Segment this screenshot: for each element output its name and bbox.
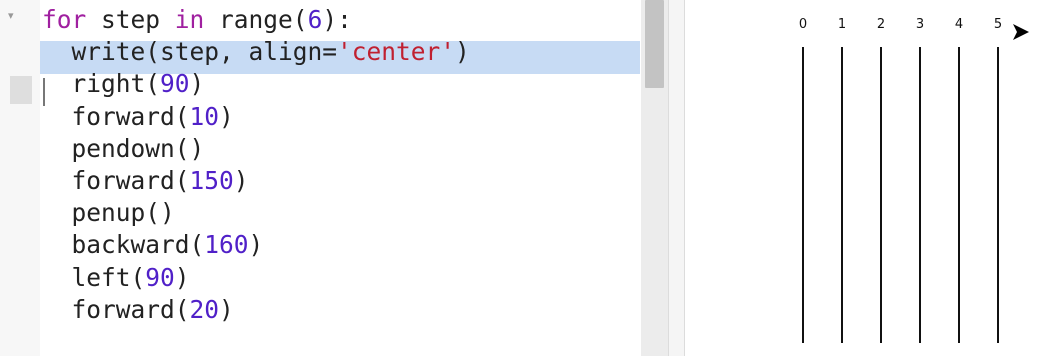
code-token: 20	[189, 294, 220, 324]
code-line[interactable]: write(step, align='center')	[42, 36, 470, 68]
code-token: right(	[42, 69, 161, 99]
code-line[interactable]: left(90)	[42, 262, 470, 294]
scrollbar-thumb[interactable]	[645, 0, 664, 88]
code-token: 90	[145, 262, 175, 292]
code-token: 160	[204, 230, 249, 260]
fold-toggle-icon[interactable]: ▾	[8, 9, 14, 23]
code-token: penup()	[42, 198, 175, 228]
code-token: left(	[42, 262, 146, 292]
turtle-canvas: 0 1 2 3 4 5	[685, 0, 1062, 356]
code-line[interactable]: backward(160)	[42, 229, 470, 261]
code-line[interactable]: forward(10)	[42, 101, 470, 133]
step-label: 0	[799, 17, 807, 32]
turtle-drawing: 0 1 2 3 4 5	[799, 17, 1029, 343]
step-label: 3	[916, 17, 924, 32]
code-token: )	[233, 165, 249, 195]
line-gutter: ▾	[0, 0, 40, 356]
code-token: )	[219, 294, 234, 324]
code-token: forward(	[42, 101, 190, 131]
code-token: )	[189, 69, 205, 99]
code-line[interactable]: pendown()	[42, 133, 470, 165]
code-token: 150	[189, 165, 234, 195]
code-token: 10	[189, 101, 220, 131]
code-line[interactable]: right(90)	[42, 68, 470, 100]
code-token: 6	[307, 5, 323, 34]
step-label: 4	[955, 17, 963, 32]
turtle-arrow-icon	[1013, 24, 1029, 40]
code-line[interactable]: penup()	[42, 197, 470, 229]
pane-splitter[interactable]	[668, 0, 685, 356]
code-lines[interactable]: for step in range(6): write(step, align=…	[42, 4, 470, 326]
code-token: forward(	[42, 294, 190, 324]
editor-scrollbar[interactable]	[641, 0, 668, 356]
code-token: )	[174, 262, 190, 292]
step-label: 1	[838, 17, 846, 32]
code-token: 'center'	[337, 37, 456, 67]
code-token: for	[42, 5, 87, 34]
step-label: 5	[994, 17, 1002, 32]
code-token: )	[455, 37, 470, 67]
code-token: forward(	[42, 165, 190, 195]
code-line[interactable]: for step in range(6):	[42, 4, 470, 36]
code-token: range(	[204, 5, 308, 34]
code-token: )	[248, 230, 264, 260]
code-line[interactable]: forward(150)	[42, 165, 470, 197]
code-token: )	[219, 101, 234, 131]
code-token: pendown()	[42, 133, 205, 163]
code-editor[interactable]: ▾ for step in range(6): write(step, alig…	[0, 0, 668, 356]
code-line[interactable]: forward(20)	[42, 294, 470, 326]
code-token: write(step, align=	[42, 37, 338, 67]
gutter-active-marker	[10, 76, 32, 104]
code-token: 90	[160, 69, 190, 99]
code-token: ):	[322, 5, 352, 34]
step-label: 2	[877, 17, 885, 32]
code-token: step	[86, 5, 175, 34]
code-token: backward(	[42, 230, 205, 260]
code-token: in	[174, 5, 205, 34]
